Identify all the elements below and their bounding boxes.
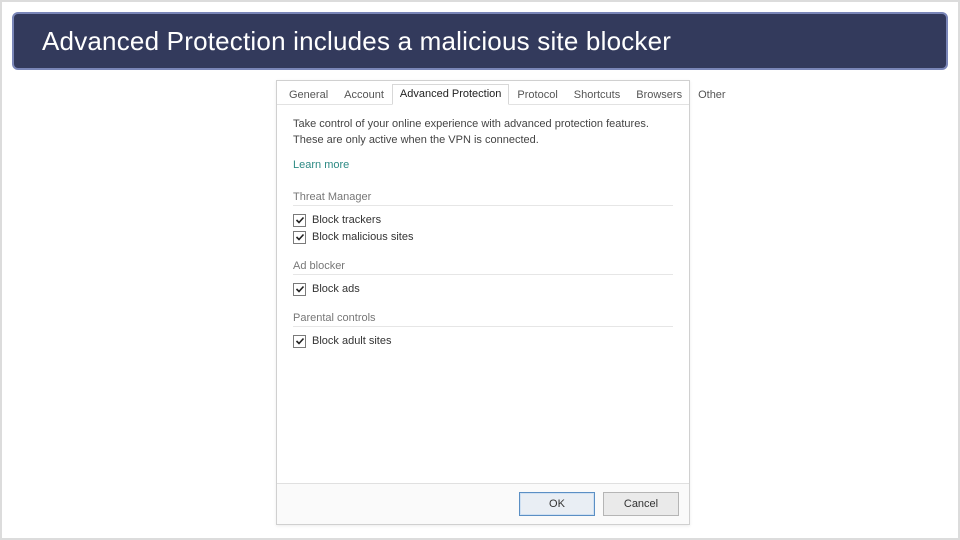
tab-general[interactable]: General: [281, 85, 336, 105]
option-block-malicious-sites[interactable]: Block malicious sites: [293, 229, 673, 246]
cancel-button[interactable]: Cancel: [603, 492, 679, 516]
option-label: Block trackers: [312, 214, 381, 226]
tab-content: Take control of your online experience w…: [277, 105, 689, 483]
section-threat-manager: Threat Manager: [293, 191, 673, 206]
checkbox-icon[interactable]: [293, 335, 306, 348]
option-block-trackers[interactable]: Block trackers: [293, 212, 673, 229]
checkbox-icon[interactable]: [293, 214, 306, 227]
annotation-banner-text: Advanced Protection includes a malicious…: [42, 26, 671, 57]
checkbox-icon[interactable]: [293, 231, 306, 244]
dialog-button-bar: OK Cancel: [277, 483, 689, 524]
tabs-bar: General Account Advanced Protection Prot…: [277, 81, 689, 105]
tab-account[interactable]: Account: [336, 85, 392, 105]
tab-browsers[interactable]: Browsers: [628, 85, 690, 105]
option-block-ads[interactable]: Block ads: [293, 281, 673, 298]
checkbox-icon[interactable]: [293, 283, 306, 296]
tab-other[interactable]: Other: [690, 85, 734, 105]
option-label: Block ads: [312, 283, 360, 295]
options-dialog: General Account Advanced Protection Prot…: [276, 80, 690, 525]
option-block-adult-sites[interactable]: Block adult sites: [293, 333, 673, 350]
learn-more-link[interactable]: Learn more: [293, 159, 349, 171]
annotation-banner: Advanced Protection includes a malicious…: [12, 12, 948, 70]
ok-button[interactable]: OK: [519, 492, 595, 516]
section-ad-blocker: Ad blocker: [293, 260, 673, 275]
option-label: Block malicious sites: [312, 231, 413, 243]
tab-shortcuts[interactable]: Shortcuts: [566, 85, 628, 105]
tab-protocol[interactable]: Protocol: [509, 85, 565, 105]
section-parental-controls: Parental controls: [293, 312, 673, 327]
description-text: Take control of your online experience w…: [293, 117, 673, 149]
option-label: Block adult sites: [312, 335, 391, 347]
tab-advanced-protection[interactable]: Advanced Protection: [392, 84, 510, 105]
